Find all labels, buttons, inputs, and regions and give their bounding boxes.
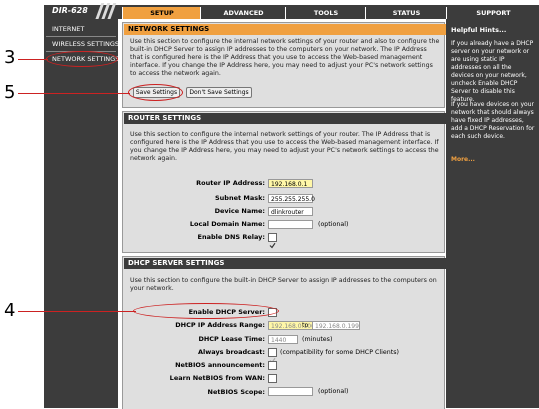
netbios-scope-field[interactable] [268, 387, 313, 396]
router-ip-field[interactable]: 192.168.0.1 [268, 179, 313, 188]
sidebar-item-wireless-settings[interactable]: WIRELESS SETTINGS [52, 40, 119, 48]
tab-advanced[interactable]: ADVANCED [200, 7, 286, 19]
tab-support[interactable]: SUPPORT [446, 7, 539, 19]
netbios-announcement-checkbox[interactable] [268, 361, 277, 370]
broadcast-note: (compatibility for some DHCP Clients) [280, 349, 399, 356]
sidebar-divider [46, 36, 116, 37]
dhcp-server-title: DHCP SERVER SETTINGS [124, 258, 446, 269]
sidebar-item-internet[interactable]: INTERNET [52, 25, 84, 33]
device-name-field[interactable]: dlinkrouter [268, 207, 313, 216]
always-broadcast-checkbox[interactable] [268, 348, 277, 364]
dhcp-server-description: Use this section to configure the built-… [130, 277, 437, 292]
dont-save-settings-button[interactable]: Don't Save Settings [186, 87, 252, 98]
tab-status[interactable]: STATUS [365, 7, 447, 19]
annotation-pointer [18, 93, 130, 94]
annotation-number: 5 [4, 82, 16, 103]
learn-netbios-label: Learn NetBIOS from WAN: [169, 374, 265, 382]
subnet-mask-label: Subnet Mask: [214, 194, 265, 202]
annotation-pointer [18, 59, 48, 60]
hints-title: Helpful Hints... [451, 26, 507, 34]
dhcp-lease-field[interactable]: 1440 [268, 335, 298, 344]
annotation-highlight [46, 51, 118, 67]
annotation-highlight [133, 303, 279, 319]
hints-paragraph: If you already have a DHCP server on you… [451, 40, 534, 103]
device-name-label: Device Name: [214, 207, 265, 215]
range-to-text: to [302, 322, 309, 329]
network-settings-description: Use this section to configure the intern… [130, 38, 440, 77]
local-domain-optional-note: (optional) [318, 221, 349, 228]
network-settings-title: NETWORK SETTINGS [124, 24, 446, 35]
dns-relay-checkbox[interactable] [268, 233, 277, 249]
lease-minutes-text: (minutes) [302, 336, 333, 343]
dhcp-range-start-field[interactable]: 192.168.0.100 [268, 321, 316, 330]
tab-setup[interactable]: SETUP [122, 7, 201, 19]
tab-tools[interactable]: TOOLS [285, 7, 366, 19]
checkmark-icon [269, 242, 276, 249]
dhcp-lease-label: DHCP Lease Time: [198, 335, 265, 343]
hints-paragraph: If you have devices on your network that… [451, 101, 535, 140]
dns-relay-label: Enable DNS Relay: [197, 233, 265, 241]
netbios-announcement-label: NetBIOS announcement: [175, 361, 265, 369]
annotation-pointer [18, 311, 136, 312]
learn-netbios-checkbox[interactable] [268, 374, 277, 383]
always-broadcast-label: Always broadcast: [198, 348, 265, 356]
annotation-number: 3 [4, 47, 16, 68]
local-domain-field[interactable] [268, 220, 313, 229]
router-settings-description: Use this section to configure the intern… [130, 131, 439, 162]
subnet-mask-field[interactable]: 255.255.255.0 [268, 194, 315, 203]
netbios-scope-optional-note: (optional) [318, 388, 349, 395]
annotation-number: 4 [4, 300, 16, 321]
netbios-scope-label: NetBIOS Scope: [207, 388, 265, 396]
local-domain-label: Local Domain Name: [189, 220, 265, 228]
sidebar [44, 19, 118, 408]
router-ip-label: Router IP Address: [196, 179, 265, 187]
hints-more-link[interactable]: More... [451, 156, 535, 164]
dhcp-range-end-field[interactable]: 192.168.0.199 [312, 321, 360, 330]
dhcp-range-label: DHCP IP Address Range: [175, 321, 265, 329]
model-name: DIR-628 [52, 6, 88, 15]
annotation-highlight [128, 84, 183, 101]
router-settings-title: ROUTER SETTINGS [124, 113, 446, 124]
